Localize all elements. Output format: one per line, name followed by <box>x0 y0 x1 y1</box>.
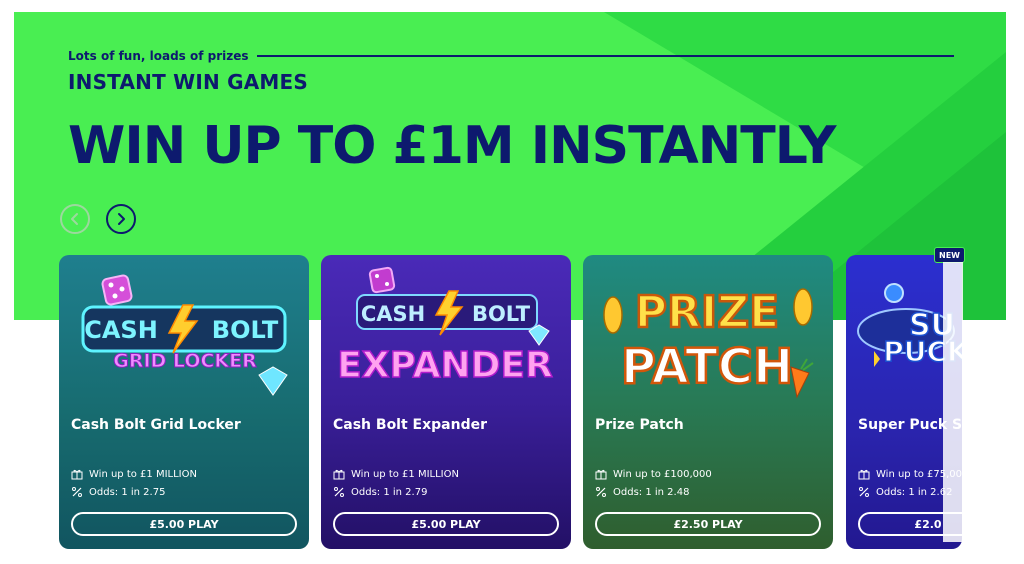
play-button[interactable]: £5.00 PLAY <box>71 512 297 536</box>
card-prize-text: Win up to £1 MILLION <box>351 468 459 480</box>
card-odds-text: Odds: 1 in 2.62 <box>876 486 953 498</box>
carousel-edge-fade <box>943 262 963 542</box>
game-card-cash-bolt-grid-locker[interactable]: CASH BOLT GRID LOCKER Cash Bolt Grid Loc… <box>59 255 309 549</box>
carousel-next-button[interactable] <box>106 204 136 234</box>
gift-icon <box>858 469 870 480</box>
eyebrow-row: Lots of fun, loads of prizes <box>68 48 954 64</box>
game-card-cash-bolt-expander[interactable]: CASH BOLT EXPANDER Cash Bolt Expander Wi… <box>321 255 571 549</box>
new-badge: NEW <box>934 247 965 263</box>
percent-icon <box>596 487 606 497</box>
logo-text-expander: EXPANDER <box>337 345 553 386</box>
dice-icon <box>101 274 133 306</box>
logo-text-prize: PRIZE <box>635 287 779 338</box>
percent-icon <box>859 487 869 497</box>
dice-icon <box>368 266 396 294</box>
gift-icon <box>333 469 345 480</box>
card-prize-text: Win up to £100,000 <box>613 468 712 480</box>
chevron-accent-icon <box>874 351 880 367</box>
logo-text-cash: CASH <box>84 316 158 344</box>
card-odds-text: Odds: 1 in 2.75 <box>89 486 166 498</box>
gift-icon <box>71 469 83 480</box>
chevron-left-icon <box>71 213 78 225</box>
play-button[interactable]: £5.00 PLAY <box>333 512 559 536</box>
card-odds-text: Odds: 1 in 2.48 <box>613 486 690 498</box>
hero-title: WIN UP TO £1M INSTANTLY <box>68 116 836 176</box>
percent-icon <box>72 487 82 497</box>
card-prize: Win up to £1 MILLION <box>333 468 459 480</box>
eyebrow-divider <box>256 55 954 57</box>
game-logo-cash-bolt-expander: CASH BOLT EXPANDER <box>336 266 554 387</box>
logo-text-cash: CASH <box>361 302 425 326</box>
card-prize: Win up to £100,000 <box>595 468 712 480</box>
card-title: Cash Bolt Grid Locker <box>71 417 241 433</box>
chevron-right-icon <box>118 213 125 225</box>
logo-text-bolt: BOLT <box>212 316 279 344</box>
play-button[interactable]: £2.50 PLAY <box>595 512 821 536</box>
card-title: Prize Patch <box>595 417 684 433</box>
puck-icon <box>884 283 904 303</box>
card-odds-text: Odds: 1 in 2.79 <box>351 486 428 498</box>
game-card-prize-patch[interactable]: PRIZE PATCH Prize Patch Win up to £100,0… <box>583 255 833 549</box>
card-odds: Odds: 1 in 2.75 <box>71 486 165 498</box>
game-logo-prize-patch: PRIZE PATCH <box>603 286 814 399</box>
carrot-icon <box>790 358 814 399</box>
logo-text-grid-locker: GRID LOCKER <box>113 350 257 372</box>
diamond-icon <box>258 366 288 396</box>
card-odds: Odds: 1 in 2.62 <box>858 486 952 498</box>
carousel-prev-button[interactable] <box>60 204 90 234</box>
card-prize-text: Win up to £1 MILLION <box>89 468 197 480</box>
logo-text-patch: PATCH <box>621 339 793 395</box>
gift-icon <box>595 469 607 480</box>
card-title: Cash Bolt Expander <box>333 417 487 433</box>
hero-subtitle: INSTANT WIN GAMES <box>68 70 308 94</box>
card-prize: Win up to £1 MILLION <box>71 468 197 480</box>
game-logo-cash-bolt-grid-locker: CASH BOLT GRID LOCKER <box>81 274 288 396</box>
eyebrow-text: Lots of fun, loads of prizes <box>68 49 249 63</box>
percent-icon <box>334 487 344 497</box>
card-odds: Odds: 1 in 2.79 <box>333 486 427 498</box>
logo-text-bolt: BOLT <box>472 302 531 326</box>
card-odds: Odds: 1 in 2.48 <box>595 486 689 498</box>
